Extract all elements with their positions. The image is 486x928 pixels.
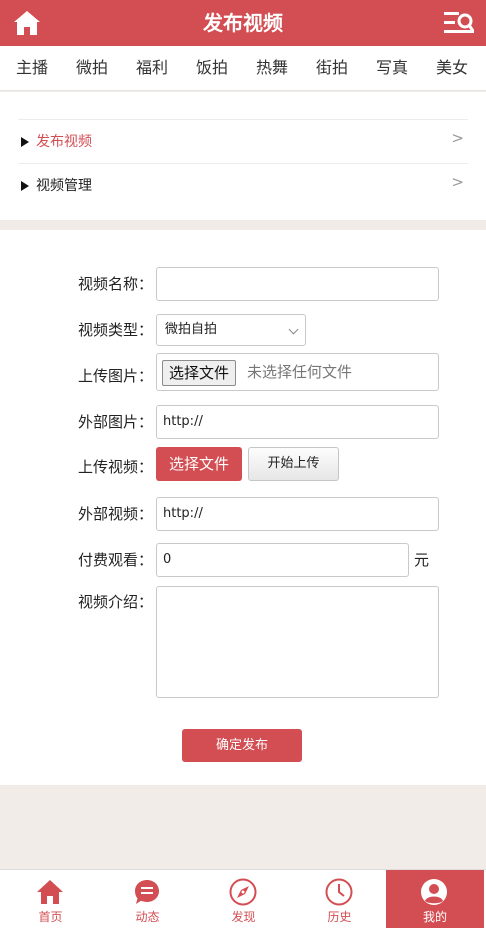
choose-image-file-button[interactable]: 选择文件 — [162, 360, 237, 386]
video-name-input[interactable] — [156, 267, 439, 301]
paid-watch-label: 付费观看： — [77, 551, 153, 569]
external-video-input[interactable]: http:// — [156, 497, 439, 531]
tab-mine[interactable]: 我的 — [386, 870, 484, 928]
tab-activity[interactable]: 动态 — [99, 870, 196, 928]
category-item[interactable]: 美女 — [436, 46, 468, 90]
external-image-input[interactable]: http:// — [156, 405, 439, 439]
category-item[interactable]: 热舞 — [256, 46, 288, 90]
video-intro-textarea[interactable] — [156, 586, 439, 698]
home-icon — [37, 880, 63, 904]
video-name-label: 视频名称： — [77, 275, 153, 293]
external-image-label: 外部图片： — [77, 413, 153, 431]
tab-discover[interactable]: 发现 — [195, 870, 292, 928]
category-item[interactable]: 微拍 — [76, 46, 108, 90]
upload-image-file-input: 选择文件 未选择任何文件 — [156, 353, 439, 391]
tab-label: 首页 — [38, 910, 63, 924]
tab-label: 发现 — [231, 910, 256, 924]
currency-unit: 元 — [414, 551, 430, 569]
triangle-right-icon — [21, 181, 29, 191]
publish-form: 视频名称： 视频类型： 微拍自拍 上传图片： 选择文件 未选择任何文件 外部图片… — [0, 230, 486, 785]
chevron-right-icon: > — [451, 173, 464, 191]
category-item[interactable]: 主播 — [16, 46, 48, 90]
choose-video-file-button[interactable]: 选择文件 — [156, 447, 242, 481]
upload-image-label: 上传图片： — [77, 367, 153, 385]
category-nav: 主播 微拍 福利 饭拍 热舞 街拍 写真 美女 — [0, 46, 486, 91]
clock-icon — [325, 878, 353, 906]
tab-label: 历史 — [327, 910, 352, 924]
chevron-down-icon — [288, 324, 299, 335]
compass-icon — [229, 878, 257, 906]
no-file-text: 未选择任何文件 — [247, 363, 353, 381]
chat-bubble-icon — [135, 880, 159, 904]
video-intro-label: 视频介绍： — [77, 593, 153, 611]
category-item[interactable]: 写真 — [376, 46, 408, 90]
video-type-label: 视频类型： — [77, 321, 153, 339]
user-icon — [421, 879, 447, 905]
category-item[interactable]: 福利 — [136, 46, 168, 90]
tab-history[interactable]: 历史 — [291, 870, 388, 928]
bottom-tab-bar: 首页 动态 发现 历史 我的 — [0, 869, 486, 928]
app-header: 发布视频 — [0, 0, 486, 46]
upload-video-label: 上传视频： — [77, 458, 153, 476]
tab-label: 我的 — [422, 910, 447, 924]
category-item[interactable]: 街拍 — [316, 46, 348, 90]
start-upload-button[interactable]: 开始上传 — [248, 447, 339, 481]
video-type-value: 微拍自拍 — [165, 322, 218, 337]
menu-item-label: 视频管理 — [36, 178, 92, 194]
video-menu-panel: 发布视频 > 视频管理 > — [0, 92, 486, 220]
external-video-label: 外部视频： — [77, 505, 153, 523]
tab-label: 动态 — [135, 910, 160, 924]
tab-home[interactable]: 首页 — [2, 870, 99, 928]
menu-item-publish-video[interactable]: 发布视频 > — [18, 119, 468, 163]
submit-publish-button[interactable]: 确定发布 — [182, 729, 302, 762]
paid-watch-input[interactable]: 0 — [156, 543, 409, 577]
page-title: 发布视频 — [203, 11, 283, 35]
chevron-right-icon: > — [451, 129, 464, 147]
menu-item-video-manage[interactable]: 视频管理 > — [18, 163, 468, 207]
video-type-select[interactable]: 微拍自拍 — [156, 314, 306, 346]
search-menu-icon[interactable] — [444, 10, 474, 36]
category-item[interactable]: 饭拍 — [196, 46, 228, 90]
menu-item-label: 发布视频 — [36, 134, 92, 150]
triangle-right-icon — [21, 137, 29, 147]
